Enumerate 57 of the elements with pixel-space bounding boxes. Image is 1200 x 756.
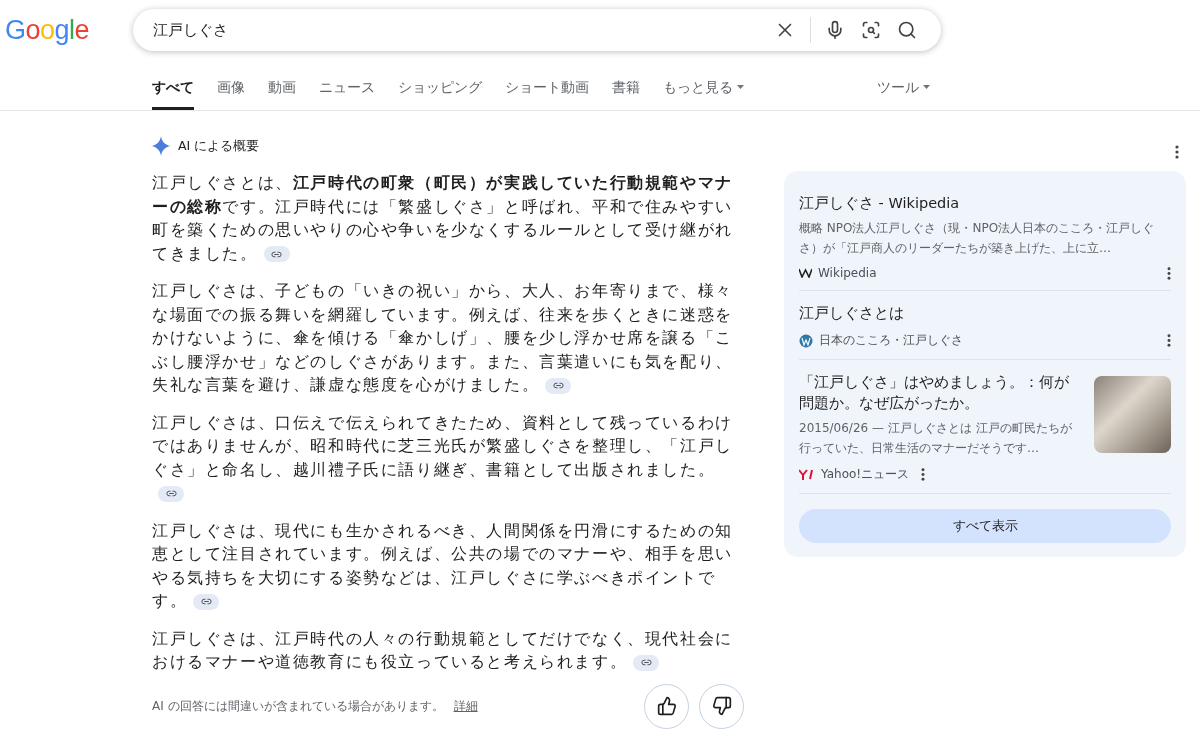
source-title[interactable]: 「江戸しぐさ」はやめましょう。：何が問題か。なぜ広がったか。 bbox=[799, 372, 1082, 414]
disclaimer-text: AI の回答には間違いが含まれている場合があります。 bbox=[152, 697, 444, 715]
wordpress-icon bbox=[799, 333, 813, 348]
overview-paragraph: 江戸しぐさとは、江戸時代の町衆（町民）が実践していた行動規範やマナーの総称です。江戸時代には「繁盛しぐさ」と呼ばれ、平和で住みやすい町を築くための思いやりの心や争いを少なくするルールとして受け継がれてきました。 bbox=[152, 172, 734, 265]
search-tab[interactable]: ショッピング bbox=[398, 73, 482, 110]
search-tab[interactable]: ショート動画 bbox=[505, 73, 589, 110]
link-icon bbox=[640, 657, 652, 668]
overview-paragraph: 江戸しぐさは、子どもの「いきの祝い」から、大人、お年寄りまで、様々な場面での振る舞いを網羅しています。例えば、往来を歩くときに迷惑をかけないように、傘を傾ける「傘かしげ」、腰を少し浮かせ席を譲る「こぶし腰浮かせ」などのしぐさがあります。また、言葉遣いにも気を配り、失礼な言葉を避け、謙虚な態度を心がけました。 bbox=[152, 280, 734, 396]
search-tab[interactable]: 動画 bbox=[268, 73, 296, 110]
link-icon bbox=[200, 596, 212, 607]
camera-icon bbox=[861, 20, 881, 40]
citation-link[interactable] bbox=[263, 246, 290, 262]
more-options-button[interactable] bbox=[921, 468, 926, 481]
thumbs-down-icon bbox=[711, 696, 732, 716]
source-snippet: 2015/06/26 — 江戸しぐさとは 江戸の町民たちが行っていた、日常生活のマナーだそうです… bbox=[799, 420, 1073, 457]
tools-button[interactable]: ツール bbox=[877, 73, 930, 110]
source-title[interactable]: 江戸しぐさ - Wikipedia bbox=[799, 193, 1171, 214]
sparkle-icon bbox=[150, 135, 172, 157]
overview-paragraph: 江戸しぐさは、口伝えで伝えられてきたため、資料として残っているわけではありませんが、昭和時代に芝三光氏が繁盛しぐさを整理し、「江戸しぐさ」と命名し、越川禮子氏に語り継ぎ、書籍として出版されました。 bbox=[152, 410, 744, 505]
citation-link[interactable] bbox=[158, 485, 184, 502]
source-title[interactable]: 江戸しぐさとは bbox=[799, 303, 1171, 324]
citation-link[interactable] bbox=[545, 377, 572, 394]
microphone-icon bbox=[825, 20, 845, 40]
search-tab[interactable]: 画像 bbox=[217, 73, 245, 110]
kebab-icon bbox=[1167, 334, 1171, 347]
search-tab[interactable]: もっと見る bbox=[663, 73, 744, 110]
search-icon bbox=[897, 20, 917, 40]
source-site: 日本のこころ・江戸しぐさ bbox=[819, 332, 963, 349]
yahoo-icon bbox=[799, 469, 815, 480]
source-snippet: 概略 NPO法人江戸しぐさ（現・NPO法人日本のこころ・江戸しぐさ）が「江戸商人のリーダーたちが築き上げた、上に立… bbox=[799, 220, 1156, 257]
search-tab[interactable]: すべて bbox=[152, 73, 194, 110]
thumbs-up-button[interactable] bbox=[644, 683, 689, 729]
link-icon bbox=[165, 488, 177, 499]
kebab-icon bbox=[921, 468, 926, 481]
kebab-icon bbox=[1167, 266, 1171, 280]
caret-icon bbox=[923, 85, 930, 89]
link-icon bbox=[552, 380, 564, 391]
more-options-button[interactable] bbox=[1167, 266, 1171, 280]
citation-link[interactable] bbox=[193, 593, 220, 610]
show-all-button[interactable]: すべて表示 bbox=[799, 509, 1171, 543]
overview-paragraph: 江戸しぐさは、江戸時代の人々の行動規範としてだけでなく、現代社会におけるマナーや道徳教育にも役立っていると考えられます。 bbox=[152, 627, 734, 673]
search-tab[interactable]: ニュース bbox=[319, 73, 375, 110]
search-field[interactable]: 江戸しぐさ bbox=[133, 9, 941, 51]
thumbs-down-button[interactable] bbox=[699, 683, 744, 729]
wiki-icon bbox=[799, 268, 812, 278]
more-options-button[interactable] bbox=[1167, 334, 1171, 347]
details-link[interactable]: 詳細 bbox=[453, 697, 478, 715]
source-site: Wikipedia bbox=[818, 266, 877, 280]
google-logo[interactable]: Google bbox=[5, 14, 91, 46]
overview-paragraph: 江戸しぐさは、現代にも生かされるべき、人間関係を円滑にするための知恵として注目されています。例えば、公共の場でのマナーや、相手を思いやる気持ちを大切にする姿勢などは、江戸しぐさに学ぶべきポイントです。 bbox=[152, 519, 734, 612]
thumbs-up-icon bbox=[656, 696, 677, 716]
source-site: Yahoo!ニュース bbox=[821, 466, 910, 483]
kebab-icon bbox=[1175, 145, 1179, 159]
search-tab[interactable]: 書籍 bbox=[612, 73, 640, 110]
citation-link[interactable] bbox=[633, 654, 660, 671]
more-options-button[interactable] bbox=[1175, 145, 1179, 159]
overview-title: AI による概要 bbox=[178, 137, 260, 155]
